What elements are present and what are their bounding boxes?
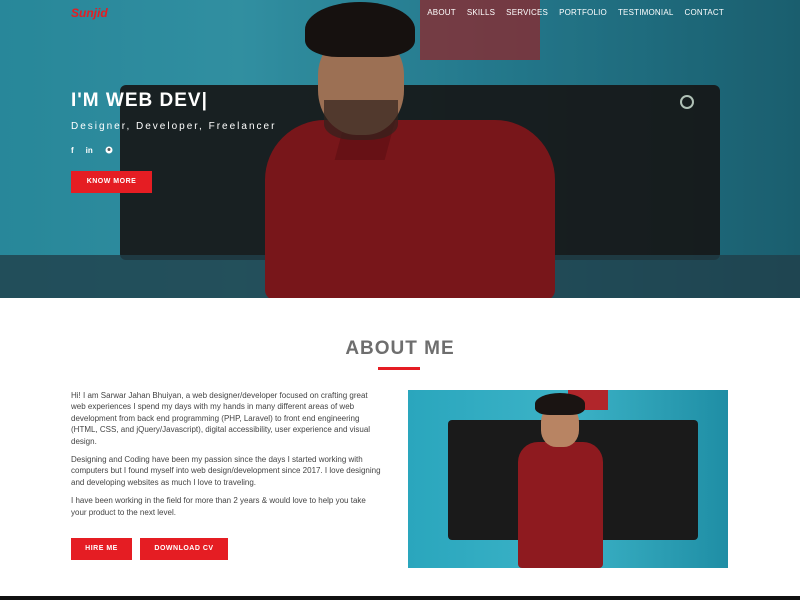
nav-item-skills[interactable]: SKILLS <box>467 8 495 17</box>
about-title-underline <box>378 367 420 370</box>
about-paragraph: Hi! I am Sarwar Jahan Bhuiyan, a web des… <box>71 391 371 446</box>
social-links: f in <box>71 146 276 156</box>
hero-headline: I'M WEB DEV| <box>71 90 208 111</box>
nav-item-services[interactable]: SERVICES <box>506 8 548 17</box>
download-cv-button[interactable]: DOWNLOAD CV <box>140 538 228 560</box>
about-title: ABOUT ME <box>345 338 455 359</box>
hero-content: I'M WEB DEV| Designer, Developer, Freela… <box>71 90 276 193</box>
about-paragraph: Designing and Coding have been my passio… <box>71 455 381 487</box>
hire-me-button[interactable]: HIRE ME <box>71 538 132 560</box>
linkedin-icon[interactable]: in <box>86 146 93 156</box>
nav-item-portfolio[interactable]: PORTFOLIO <box>559 8 607 17</box>
hero-section: Sunjid ABOUT SKILLS SERVICES PORTFOLIO T… <box>0 0 800 298</box>
github-icon[interactable] <box>105 146 113 156</box>
about-paragraph: I have been working in the field for mor… <box>71 496 366 517</box>
about-buttons: HIRE ME DOWNLOAD CV <box>71 538 228 560</box>
know-more-button[interactable]: KNOW MORE <box>71 171 152 193</box>
nav-item-contact[interactable]: CONTACT <box>685 8 724 17</box>
about-photo <box>408 390 728 568</box>
facebook-icon[interactable]: f <box>71 146 74 156</box>
footer-edge <box>0 596 800 600</box>
nav-menu: ABOUT SKILLS SERVICES PORTFOLIO TESTIMON… <box>427 8 724 17</box>
about-text: Hi! I am Sarwar Jahan Bhuiyan, a web des… <box>71 390 381 525</box>
top-navbar: Sunjid ABOUT SKILLS SERVICES PORTFOLIO T… <box>0 0 800 26</box>
nav-item-about[interactable]: ABOUT <box>427 8 456 17</box>
hero-subline: Designer, Developer, Freelancer <box>71 121 277 132</box>
site-logo[interactable]: Sunjid <box>71 6 108 20</box>
nav-item-testimonial[interactable]: TESTIMONIAL <box>618 8 674 17</box>
